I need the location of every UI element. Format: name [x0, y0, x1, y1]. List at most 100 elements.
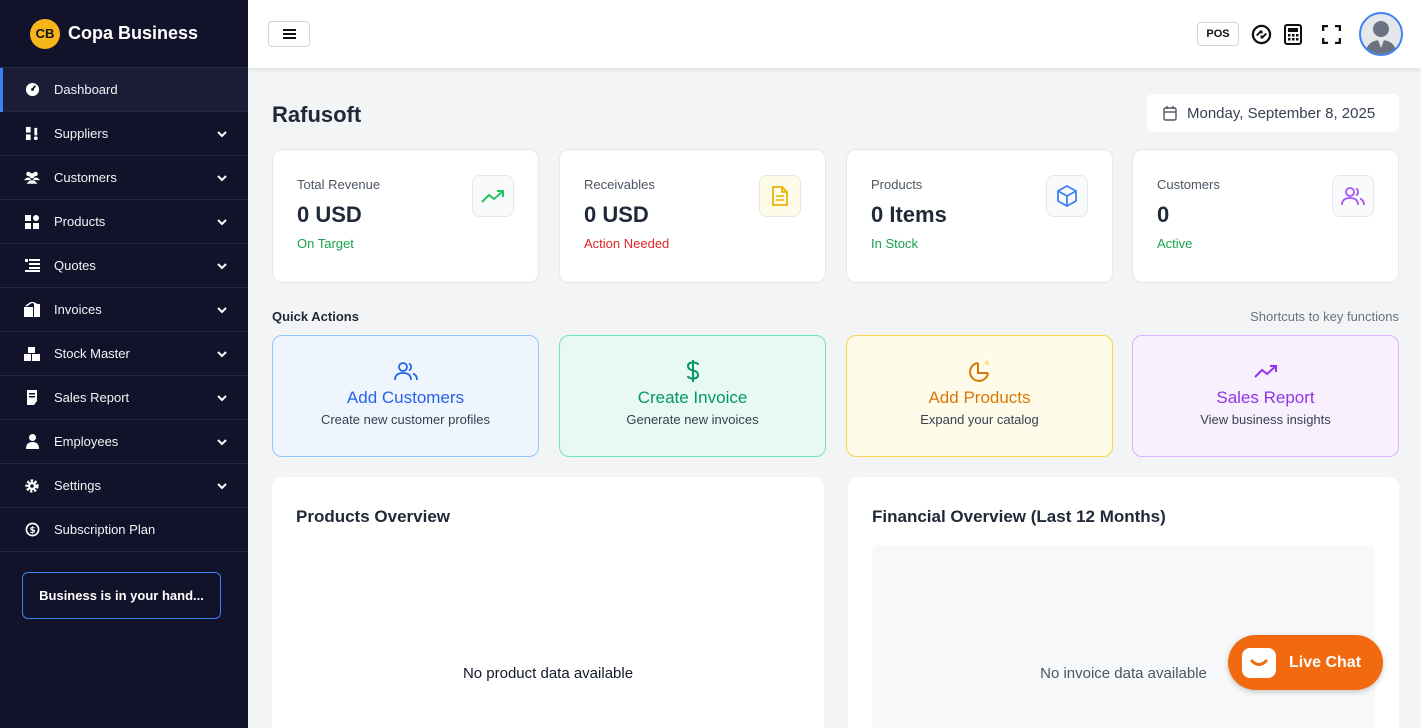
quick-action-add-customers[interactable]: Add Customers Create new customer profil…	[272, 335, 539, 457]
panel-title: Financial Overview (Last 12 Months)	[872, 507, 1166, 526]
calendar-icon	[1163, 105, 1177, 121]
invoice-icon	[24, 302, 40, 318]
sidebar-item-products[interactable]: Products	[0, 200, 248, 244]
quick-actions-title: Quick Actions	[272, 309, 359, 324]
brand[interactable]: CB Copa Business	[0, 0, 248, 68]
sidebar-item-invoices[interactable]: Invoices	[0, 288, 248, 332]
sidebar-item-label: Invoices	[54, 302, 102, 317]
quick-action-desc: Generate new invoices	[626, 412, 759, 427]
user-avatar-icon	[1365, 21, 1397, 54]
stat-status: In Stock	[871, 236, 918, 251]
sidebar-item-settings[interactable]: Settings	[0, 464, 248, 508]
chevron-down-icon	[217, 394, 227, 401]
date-text: Monday, September 8, 2025	[1187, 104, 1376, 122]
quick-actions-subtitle: Shortcuts to key functions	[1250, 309, 1399, 324]
chat-icon	[1242, 647, 1276, 678]
hamburger-icon	[282, 29, 296, 39]
brand-logo: CB	[30, 18, 60, 49]
top-bar: POS	[248, 0, 1421, 68]
calculator-icon[interactable]	[1281, 22, 1305, 46]
chevron-down-icon	[217, 218, 227, 225]
sidebar-item-label: Quotes	[54, 258, 96, 273]
sidebar-item-suppliers[interactable]: Suppliers	[0, 112, 248, 156]
chevron-down-icon	[217, 306, 227, 313]
quick-action-desc: Expand your catalog	[920, 412, 1039, 427]
stat-status: On Target	[297, 236, 354, 251]
quick-action-label: Sales Report	[1216, 388, 1315, 407]
fullscreen-icon[interactable]	[1319, 22, 1343, 46]
person-icon	[24, 434, 40, 450]
sidebar-item-label: Dashboard	[54, 82, 118, 97]
quick-action-label: Add Products	[928, 388, 1031, 407]
chevron-down-icon	[217, 350, 227, 357]
stat-card-receivables: Receivables 0 USD Action Needed	[559, 149, 826, 283]
sidebar-item-label: Subscription Plan	[54, 522, 156, 537]
chevron-down-icon	[217, 482, 227, 489]
sidebar-item-sales-report[interactable]: Sales Report	[0, 376, 248, 420]
live-chat-button[interactable]: Live Chat	[1228, 635, 1383, 690]
sidebar-item-label: Employees	[54, 434, 119, 449]
quick-action-label: Add Customers	[346, 388, 465, 407]
users-icon	[24, 170, 40, 186]
list-icon	[24, 258, 40, 274]
stat-card-total-revenue: Total Revenue 0 USD On Target	[272, 149, 539, 283]
sidebar-item-dashboard[interactable]: Dashboard	[0, 68, 248, 112]
page-title: Rafusoft	[272, 102, 362, 127]
boxes-icon	[24, 346, 40, 362]
quick-action-label: Create Invoice	[637, 388, 748, 407]
quick-action-sales-report[interactable]: Sales Report View business insights	[1132, 335, 1399, 457]
stat-status: Active	[1157, 236, 1193, 251]
sidebar-item-quotes[interactable]: Quotes	[0, 244, 248, 288]
document-icon	[759, 175, 801, 217]
sidebar-item-label: Suppliers	[54, 126, 109, 141]
users-icon	[1332, 175, 1374, 217]
brand-name: Copa Business	[68, 23, 199, 43]
trend-up-icon	[472, 175, 514, 217]
pie-icon	[967, 358, 993, 384]
panel-title: Products Overview	[296, 507, 451, 526]
trend-up-icon	[1253, 358, 1279, 384]
quick-action-create-invoice[interactable]: Create Invoice Generate new invoices	[559, 335, 826, 457]
empty-state-text: No product data available	[462, 665, 634, 682]
sidebar-item-label: Sales Report	[54, 390, 130, 405]
report-icon	[24, 390, 40, 406]
sidebar: CB Copa Business Dashboard Suppliers Cus…	[0, 0, 248, 728]
pos-button[interactable]: POS	[1197, 22, 1239, 46]
stat-card-products: Products 0 Items In Stock	[846, 149, 1113, 283]
sidebar-item-subscription-plan[interactable]: $ Subscription Plan	[0, 508, 248, 552]
user-avatar[interactable]	[1359, 12, 1403, 56]
currency-exchange-icon[interactable]	[1249, 22, 1273, 46]
date-display: Monday, September 8, 2025	[1147, 94, 1399, 132]
chevron-down-icon	[217, 262, 227, 269]
sidebar-nav: Dashboard Suppliers Customers Products Q…	[0, 68, 248, 552]
sidebar-item-label: Stock Master	[54, 346, 130, 361]
quick-action-add-products[interactable]: Add Products Expand your catalog	[846, 335, 1113, 457]
chevron-down-icon	[217, 174, 227, 181]
suppliers-icon	[24, 126, 40, 142]
dashboard-icon	[24, 82, 40, 98]
quick-action-desc: View business insights	[1200, 412, 1331, 427]
promo-banner[interactable]: Business is in your hand...	[22, 572, 221, 619]
products-overview-panel: Products Overview No product data availa…	[272, 477, 824, 728]
svg-text:$: $	[29, 525, 35, 535]
sidebar-item-employees[interactable]: Employees	[0, 420, 248, 464]
sidebar-item-label: Customers	[54, 170, 117, 185]
menu-toggle-button[interactable]	[268, 21, 310, 47]
sidebar-item-label: Settings	[54, 478, 101, 493]
chevron-down-icon	[217, 130, 227, 137]
sidebar-item-stock-master[interactable]: Stock Master	[0, 332, 248, 376]
users-icon	[393, 358, 419, 384]
sidebar-item-customers[interactable]: Customers	[0, 156, 248, 200]
live-chat-label: Live Chat	[1289, 653, 1362, 671]
financial-overview-panel: Financial Overview (Last 12 Months) No i…	[848, 477, 1399, 728]
gear-icon	[24, 478, 40, 494]
chevron-down-icon	[217, 438, 227, 445]
grid-icon	[24, 214, 40, 230]
sidebar-item-label: Products	[54, 214, 106, 229]
stat-card-customers: Customers 0 Active	[1132, 149, 1399, 283]
stat-status: Action Needed	[584, 236, 670, 251]
dollar-icon	[680, 358, 706, 384]
subscription-icon: $	[24, 522, 40, 538]
cube-icon	[1046, 175, 1088, 217]
quick-action-desc: Create new customer profiles	[320, 412, 491, 427]
